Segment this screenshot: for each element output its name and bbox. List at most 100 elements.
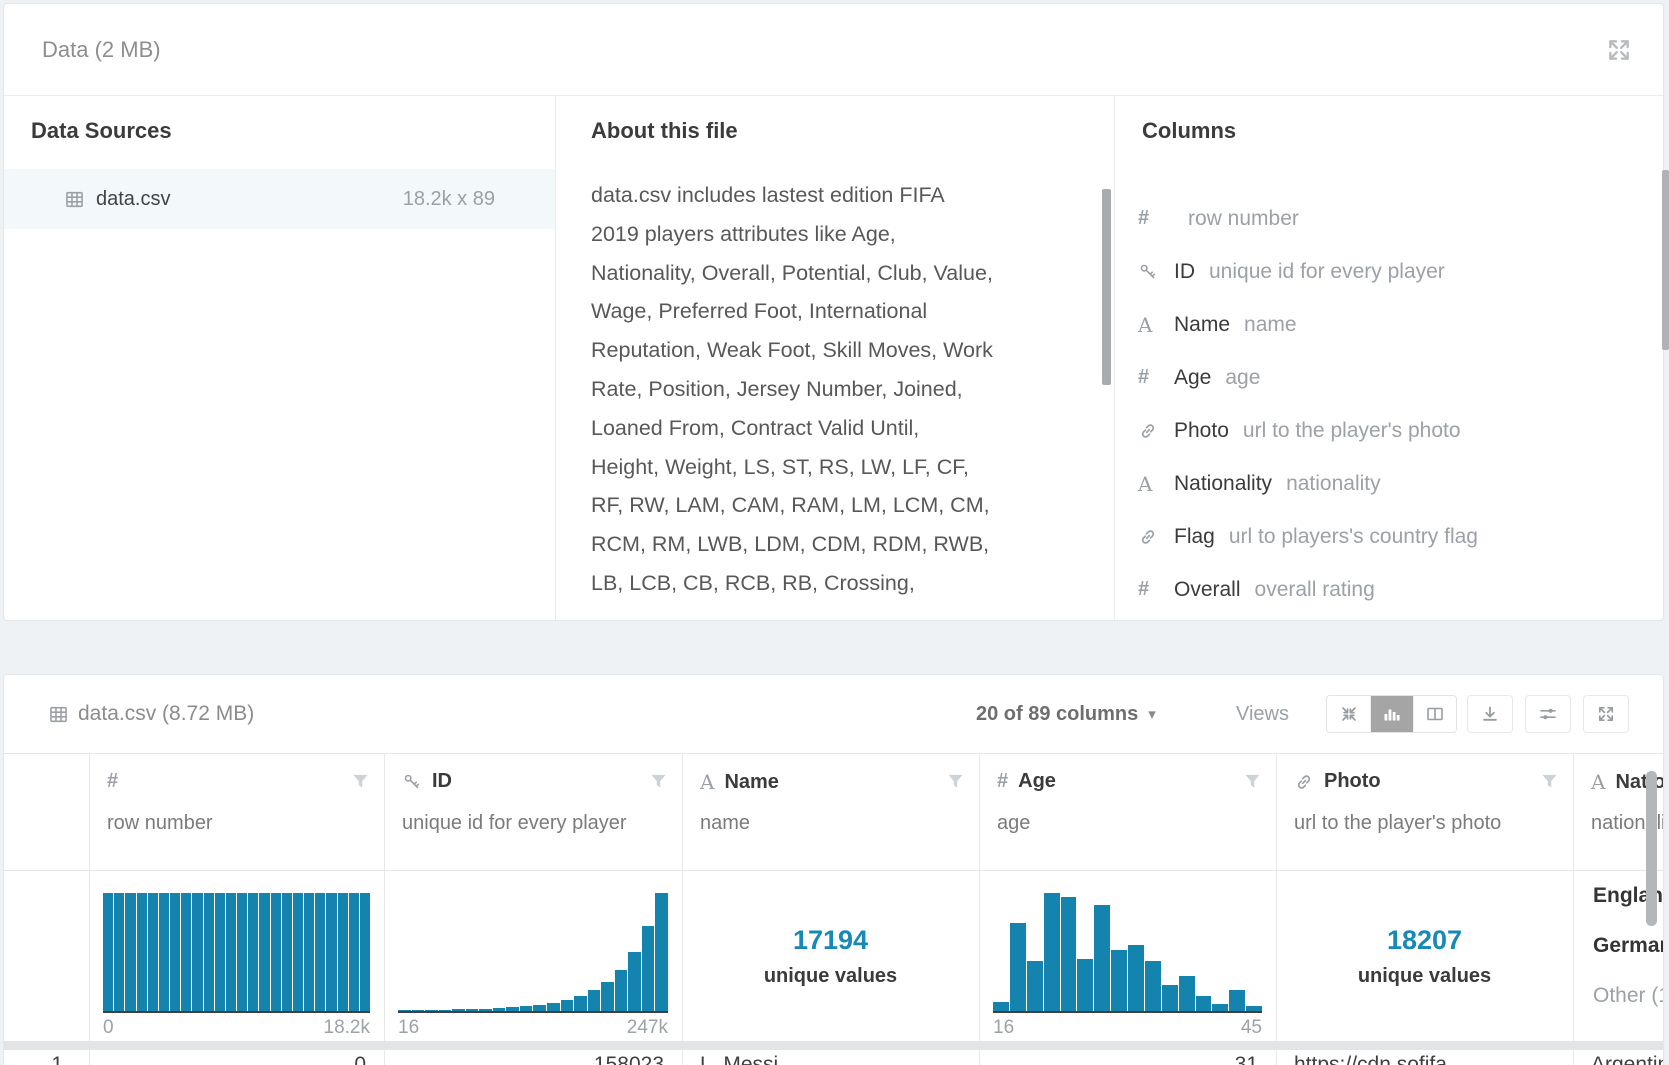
page-scrollbar[interactable] <box>1662 170 1669 350</box>
histogram <box>993 893 1262 1013</box>
about-line: LB, LCB, CB, RCB, RB, Crossing, <box>591 564 993 603</box>
column-header-id[interactable]: ID unique id for every player <box>384 754 682 871</box>
file-name: data.csv <box>96 169 170 229</box>
about-line: Nationality, Overall, Potential, Club, V… <box>591 254 993 293</box>
hist-max-label: 45 <box>1241 1017 1262 1039</box>
text-icon: A <box>700 770 714 794</box>
column-list-item[interactable]: # Age age <box>1116 351 1663 404</box>
expand-table-icon[interactable] <box>1583 695 1629 733</box>
text-icon: A <box>1138 313 1174 337</box>
table-cell[interactable]: https://cdn.sofifa <box>1276 1053 1573 1065</box>
histogram <box>103 893 370 1013</box>
about-line: RF, RW, LAM, CAM, RAM, LM, LCM, CM, <box>591 486 993 525</box>
data-sources-heading: Data Sources <box>31 118 172 144</box>
number-icon: # <box>1138 366 1174 389</box>
filter-controls-button[interactable] <box>1525 695 1571 733</box>
link-icon <box>1294 772 1314 792</box>
download-button[interactable] <box>1467 695 1513 733</box>
filter-icon[interactable] <box>1243 772 1262 791</box>
link-icon <box>1138 527 1174 547</box>
views-label: Views <box>1236 675 1289 753</box>
key-icon <box>1138 262 1174 282</box>
kaggle-data-viewer: Data (2 MB) Data Sources data.csv 18.2k … <box>0 0 1669 1065</box>
table-cell[interactable]: 158023 <box>384 1053 682 1065</box>
table-cell[interactable]: Argentina <box>1573 1053 1664 1065</box>
hist-min-label: 16 <box>398 1017 419 1039</box>
compact-view-button[interactable] <box>1327 696 1370 732</box>
column-header-photo[interactable]: Photo url to the player's photo <box>1276 754 1573 871</box>
column-list-item[interactable]: # Overall overall rating <box>1116 563 1663 616</box>
column-header-row-number[interactable]: # row number <box>89 754 384 871</box>
table-card-header: data.csv (8.72 MB) 20 of 89 columns ▾ Vi… <box>4 675 1663 753</box>
columns-list: # row number ID unique id for every play… <box>1116 192 1663 616</box>
hist-max-label: 18.2k <box>324 1017 370 1039</box>
data-source-file-row[interactable]: data.csv 18.2k x 89 <box>4 169 555 229</box>
column-list-item[interactable]: ID unique id for every player <box>1116 245 1663 298</box>
hist-min-label: 0 <box>103 1017 114 1039</box>
expand-icon[interactable] <box>1599 30 1639 70</box>
column-stat-id: 16 247k <box>384 871 682 1041</box>
column-list-item[interactable]: A Name name <box>1116 298 1663 351</box>
number-icon: # <box>107 770 118 793</box>
about-scrollbar[interactable] <box>1102 189 1111 385</box>
table-header-row: # row number ID unique id for every play… <box>4 753 1663 871</box>
table-cell[interactable]: 31 <box>979 1053 1276 1065</box>
table-cell[interactable]: L. Messi <box>682 1053 979 1065</box>
column-stats-view-button[interactable] <box>1370 696 1413 732</box>
histogram <box>398 893 668 1013</box>
about-heading: About this file <box>591 118 738 144</box>
filter-icon[interactable] <box>946 772 965 791</box>
table-card-title: data.csv (8.72 MB) <box>78 675 254 753</box>
columns-heading: Columns <box>1142 118 1236 144</box>
top-value: Germany <box>1593 933 1664 959</box>
column-stat-row-number: 0 18.2k <box>89 871 384 1041</box>
column-header-name[interactable]: A Name name <box>682 754 979 871</box>
chevron-down-icon: ▾ <box>1148 705 1156 723</box>
column-stat-photo: 18207 unique values <box>1276 871 1573 1041</box>
table-grid-icon <box>64 169 85 229</box>
data-card-title: Data (2 MB) <box>42 4 161 96</box>
row-index-cell: 1 <box>4 1053 89 1065</box>
unique-caption: unique values <box>1276 965 1573 988</box>
column-header-age[interactable]: # Age age <box>979 754 1276 871</box>
table-grid-icon <box>48 675 69 753</box>
top-value: Other (1 <box>1593 983 1664 1009</box>
about-line: 2019 players attributes like Age, <box>591 215 993 254</box>
about-panel: About this file data.csv includes lastes… <box>557 96 1115 620</box>
number-icon: # <box>1138 207 1174 230</box>
text-icon: A <box>1591 770 1605 794</box>
column-view-button[interactable] <box>1413 696 1456 732</box>
columns-selector-dropdown[interactable]: 20 of 89 columns ▾ <box>976 675 1156 753</box>
filter-icon[interactable] <box>649 772 668 791</box>
column-list-item[interactable]: A Nationality nationality <box>1116 457 1663 510</box>
about-line: RCM, RM, LWB, LDM, CDM, RDM, RWB, <box>591 525 993 564</box>
view-mode-segmented-control <box>1326 695 1457 733</box>
data-card-header: Data (2 MB) <box>4 4 1663 96</box>
table-cell[interactable]: 0 <box>89 1053 384 1065</box>
columns-panel: Columns # row number ID unique id for ev… <box>1116 96 1663 620</box>
hist-max-label: 247k <box>627 1017 668 1039</box>
column-stat-name: 17194 unique values <box>682 871 979 1041</box>
key-icon <box>402 772 422 792</box>
unique-count: 18207 <box>1276 925 1573 956</box>
filter-icon[interactable] <box>351 772 370 791</box>
unique-count: 17194 <box>682 925 979 956</box>
about-line: data.csv includes lastest edition FIFA <box>591 176 993 215</box>
filter-icon[interactable] <box>1540 772 1559 791</box>
about-line: Height, Weight, LS, ST, RS, LW, LF, CF, <box>591 448 993 487</box>
column-list-item[interactable]: Photo url to the player's photo <box>1116 404 1663 457</box>
table-row: 1 0158023L. Messi31https://cdn.sofifaArg… <box>4 1050 1663 1065</box>
hist-min-label: 16 <box>993 1017 1014 1039</box>
text-icon: A <box>1138 472 1174 496</box>
link-icon <box>1138 421 1174 441</box>
unique-caption: unique values <box>682 965 979 988</box>
table-scrollbar[interactable] <box>1646 771 1657 926</box>
column-list-item[interactable]: # row number <box>1116 192 1663 245</box>
about-line: Loaned From, Contract Valid Until, <box>591 409 993 448</box>
data-sources-panel: Data Sources data.csv 18.2k x 89 <box>4 96 556 620</box>
column-stat-age: 16 45 <box>979 871 1276 1041</box>
column-list-item[interactable]: Flag url to players's country flag <box>1116 510 1663 563</box>
number-icon: # <box>1138 578 1174 601</box>
table-card: data.csv (8.72 MB) 20 of 89 columns ▾ Vi… <box>3 674 1664 1065</box>
data-overview-card: Data (2 MB) Data Sources data.csv 18.2k … <box>3 3 1664 621</box>
